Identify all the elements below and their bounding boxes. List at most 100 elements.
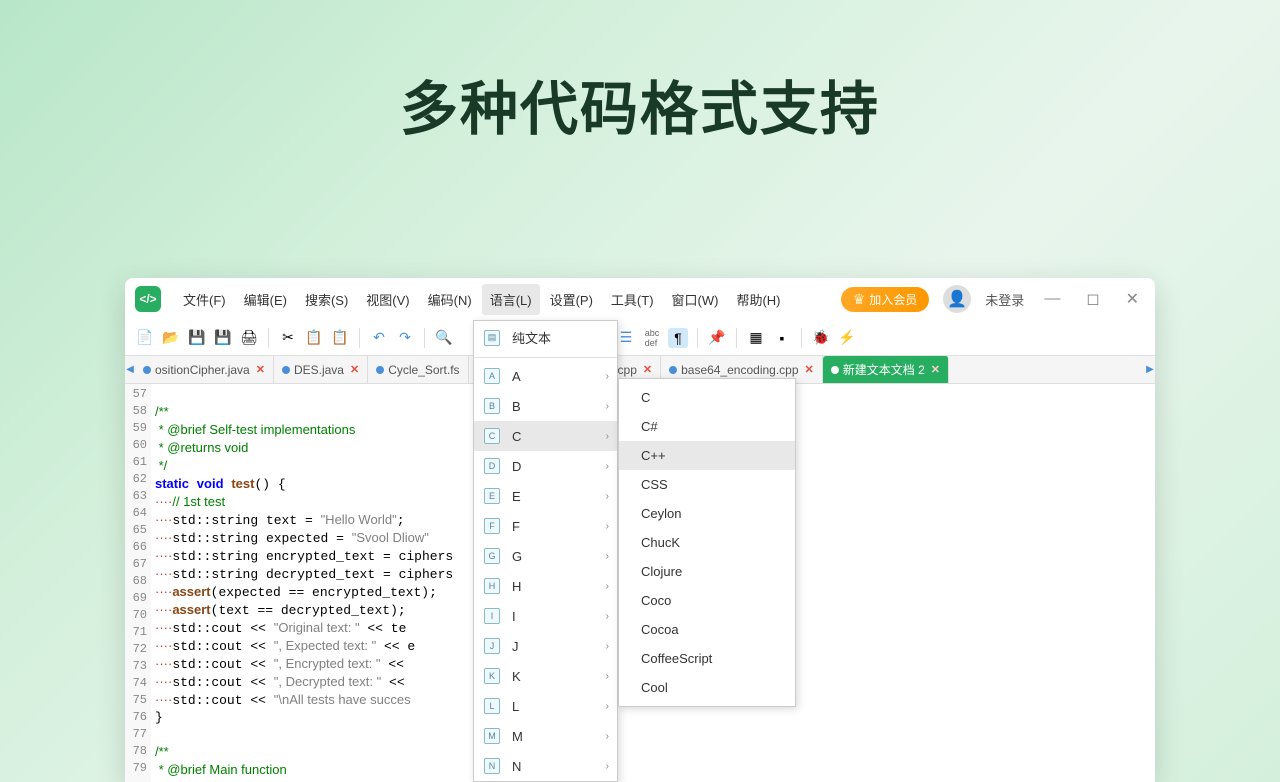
lang-letter-L[interactable]: LL› [474,691,617,721]
lang-coffeescript[interactable]: CoffeeScript [619,644,795,673]
tab-close-icon[interactable]: ✕ [643,363,652,376]
tab-label: base64_encoding.cpp [681,363,798,377]
lang-letter-E[interactable]: EE› [474,481,617,511]
bug-icon[interactable]: 🐞 [811,328,831,348]
lang-ceylon[interactable]: Ceylon [619,499,795,528]
grid-icon[interactable]: ▦ [746,328,766,348]
tab-close-icon[interactable]: ✕ [256,363,265,376]
new-file-icon[interactable]: 📄 [135,328,155,348]
tab-close-icon[interactable]: ✕ [931,363,940,376]
avatar[interactable]: 👤 [943,285,971,313]
chevron-right-icon: › [606,671,609,682]
lightning-icon[interactable]: ⚡ [837,328,857,348]
lang-c[interactable]: C [619,383,795,412]
close-button[interactable]: ✕ [1120,289,1145,309]
lang-letter-B[interactable]: BB› [474,391,617,421]
redo-icon[interactable]: ↷ [395,328,415,348]
tab-dot [831,366,839,374]
pin-icon[interactable]: 📌 [707,328,727,348]
language-submenu-c: CC#C++CSSCeylonChucKClojureCocoCocoaCoff… [618,378,796,707]
chevron-right-icon: › [606,611,609,622]
lang-letter-A[interactable]: AA› [474,361,617,391]
lang-letter-M[interactable]: MM› [474,721,617,751]
chevron-right-icon: › [606,401,609,412]
cut-icon[interactable]: ✂ [278,328,298,348]
menu-1[interactable]: 编辑(E) [236,284,295,315]
chevron-right-icon: › [606,581,609,592]
lang-css[interactable]: CSS [619,470,795,499]
tab-2[interactable]: Cycle_Sort.fs [368,356,468,384]
abc-icon[interactable]: abcdef [642,328,662,348]
menu-4[interactable]: 编码(N) [420,284,480,315]
tab-6[interactable]: 新建文本文档 2 ✕ [823,356,949,384]
lang-cool[interactable]: Cool [619,673,795,702]
menu-7[interactable]: 工具(T) [603,284,662,315]
letter-icon: H [484,578,500,594]
tab-close-icon[interactable]: ✕ [805,363,814,376]
lang-letter-N[interactable]: NN› [474,751,617,781]
chevron-right-icon: › [606,371,609,382]
letter-icon: N [484,758,500,774]
tab-close-icon[interactable]: ✕ [350,363,359,376]
tab-1[interactable]: DES.java✕ [274,356,368,384]
tab-scroll-left[interactable]: ◀ [125,364,135,375]
doc-icon: ▤ [484,330,500,346]
lang-cocoa[interactable]: Cocoa [619,615,795,644]
lang-letter-G[interactable]: GG› [474,541,617,571]
zoom-in-icon[interactable]: 🔍 [434,328,454,348]
login-status: 未登录 [985,290,1024,309]
chevron-right-icon: › [606,461,609,472]
vip-button[interactable]: ♛加入会员 [841,287,930,312]
tab-scroll-right[interactable]: ▶ [1145,364,1155,375]
save-icon[interactable]: 💾 [187,328,207,348]
letter-icon: I [484,608,500,624]
chevron-right-icon: › [606,521,609,532]
menubar: 文件(F)编辑(E)搜索(S)视图(V)编码(N)语言(L)设置(P)工具(T)… [175,284,841,315]
letter-icon: F [484,518,500,534]
lang-c[interactable]: C++ [619,441,795,470]
undo-icon[interactable]: ↶ [369,328,389,348]
letter-icon: L [484,698,500,714]
tab-dot [669,366,677,374]
tab-dot [282,366,290,374]
chevron-right-icon: › [606,641,609,652]
list-icon[interactable]: ☰ [616,328,636,348]
menu-0[interactable]: 文件(F) [175,284,234,315]
indent-icon[interactable]: ¶ [668,328,688,348]
maximize-button[interactable]: ◻ [1080,289,1105,309]
lang-letter-D[interactable]: DD› [474,451,617,481]
menu-plaintext[interactable]: ▤纯文本 [474,321,617,354]
menu-9[interactable]: 帮助(H) [728,284,788,315]
copy-icon[interactable]: 📋 [304,328,324,348]
minimize-button[interactable]: — [1038,290,1066,308]
open-icon[interactable]: 📂 [161,328,181,348]
tab-label: 新建文本文档 2 [843,361,925,378]
letter-icon: E [484,488,500,504]
menu-2[interactable]: 搜索(S) [297,284,356,315]
app-icon: </> [135,286,161,312]
tab-dot [143,366,151,374]
paste-icon[interactable]: 📋 [330,328,350,348]
print-icon[interactable]: 🖨 [239,328,259,348]
letter-icon: D [484,458,500,474]
menu-5[interactable]: 语言(L) [482,284,540,315]
lang-letter-H[interactable]: HH› [474,571,617,601]
titlebar: </> 文件(F)编辑(E)搜索(S)视图(V)编码(N)语言(L)设置(P)工… [125,278,1155,320]
letter-icon: G [484,548,500,564]
lang-letter-K[interactable]: KK› [474,661,617,691]
menu-8[interactable]: 窗口(W) [664,284,727,315]
lang-coco[interactable]: Coco [619,586,795,615]
menu-6[interactable]: 设置(P) [542,284,601,315]
save-all-icon[interactable]: 💾 [213,328,233,348]
menu-3[interactable]: 视图(V) [358,284,417,315]
lang-clojure[interactable]: Clojure [619,557,795,586]
terminal-icon[interactable]: ▪ [772,328,792,348]
lang-chuck[interactable]: ChucK [619,528,795,557]
lang-letter-I[interactable]: II› [474,601,617,631]
lang-letter-C[interactable]: CC› [474,421,617,451]
lang-letter-F[interactable]: FF› [474,511,617,541]
tab-0[interactable]: ositionCipher.java✕ [135,356,274,384]
letter-icon: J [484,638,500,654]
lang-c[interactable]: C# [619,412,795,441]
lang-letter-J[interactable]: JJ› [474,631,617,661]
